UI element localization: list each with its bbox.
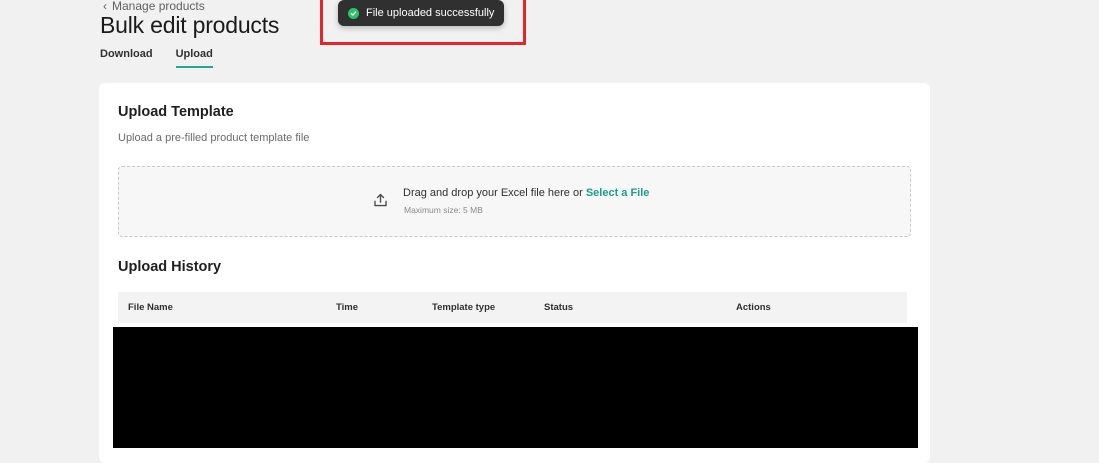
history-table-header: File Name Time Template type Status Acti…: [118, 292, 907, 323]
tab-upload[interactable]: Upload: [175, 48, 213, 68]
upload-template-subtitle: Upload a pre-filled product template fil…: [118, 132, 310, 144]
check-circle-icon: [348, 7, 359, 19]
page-title: Bulk edit products: [100, 12, 280, 38]
upload-template-title: Upload Template: [118, 104, 234, 120]
success-toast: File uploaded successfully: [338, 0, 505, 26]
select-file-link[interactable]: Select a File: [586, 187, 650, 199]
redacted-table-rows: [113, 327, 918, 448]
upload-icon: [372, 192, 389, 214]
file-dropzone[interactable]: Drag and drop your Excel file here or Se…: [118, 166, 911, 237]
dropzone-text: Drag and drop your Excel file here or Se…: [403, 187, 649, 199]
column-template-type: Template type: [432, 302, 496, 313]
dropzone-size-hint: Maximum size: 5 MB: [404, 205, 483, 215]
upload-history-title: Upload History: [118, 259, 222, 275]
column-time: Time: [336, 302, 359, 313]
column-file-name: File Name: [128, 302, 173, 313]
column-actions: Actions: [736, 302, 771, 313]
toast-message: File uploaded successfully: [366, 7, 495, 19]
tab-bar: Download Upload: [100, 48, 213, 68]
tab-download[interactable]: Download: [100, 48, 153, 68]
dropzone-instruction: Drag and drop your Excel file here or: [403, 187, 583, 199]
column-status: Status: [544, 302, 574, 313]
